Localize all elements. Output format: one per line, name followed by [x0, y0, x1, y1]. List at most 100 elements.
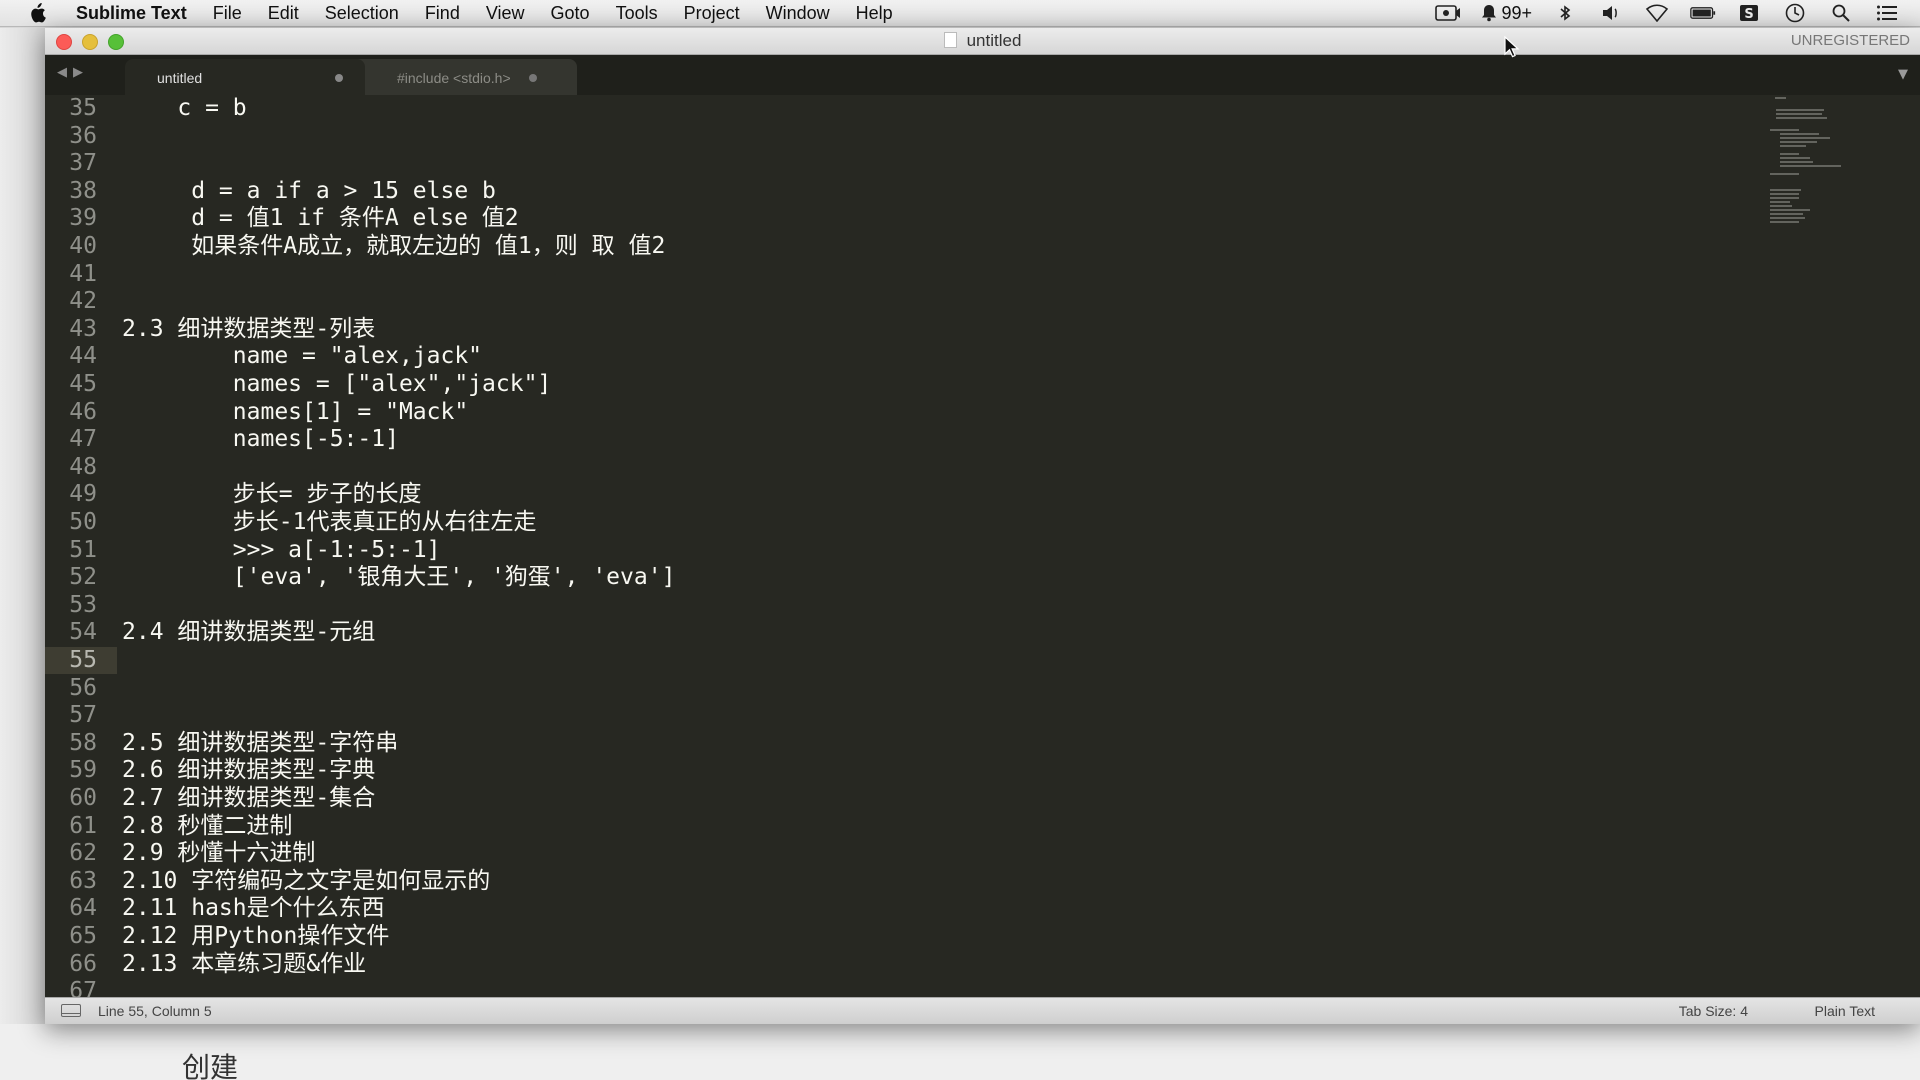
code-line[interactable]: 35 c = b — [45, 95, 1920, 122]
line-text: names[1] = "Mack" — [122, 398, 469, 425]
line-text: 2.7 细讲数据类型-集合 — [122, 785, 376, 811]
line-number: 57 — [69, 702, 97, 729]
menu-find[interactable]: Find — [412, 3, 473, 24]
code-line[interactable]: 46 names[1] = "Mack" — [45, 399, 1920, 426]
notification-bell-icon[interactable]: 99+ — [1481, 2, 1532, 23]
sublime-window: untitled UNREGISTERED ◀ ▶ #include <stdi… — [45, 28, 1920, 1024]
screen-record-icon[interactable] — [1435, 4, 1461, 22]
menu-window[interactable]: Window — [753, 3, 843, 24]
tab-forward-arrow-icon[interactable]: ▶ — [73, 65, 83, 80]
code-line[interactable]: 55 — [45, 647, 1920, 674]
menu-file[interactable]: File — [200, 3, 255, 24]
minimap-line — [1770, 129, 1799, 131]
code-line[interactable]: 42 — [45, 288, 1920, 315]
line-number: 55 — [69, 647, 97, 673]
line-text: 2.13 本章练习题&作业 — [122, 950, 367, 977]
code-line[interactable]: 66 2.13 本章练习题&作业 — [45, 951, 1920, 978]
code-line[interactable]: 65 2.12 用Python操作文件 — [45, 923, 1920, 950]
tab-list-dropdown-icon[interactable]: ▼ — [1898, 67, 1908, 82]
window-title: untitled — [45, 28, 1920, 54]
code-line[interactable]: 38 d = a if a > 15 else b — [45, 178, 1920, 205]
code-line[interactable]: 40 如果条件A成立，就取左边的 值1，则 取 值2 — [45, 233, 1920, 260]
minimap-line — [1779, 141, 1817, 143]
bluetooth-icon[interactable] — [1552, 4, 1578, 22]
minimap-line — [1770, 209, 1810, 211]
tab-modified-dot-icon[interactable] — [335, 74, 343, 82]
code-line[interactable]: 63 2.10 字符编码之文字是如何显示的 — [45, 868, 1920, 895]
minimap-line — [1779, 161, 1813, 163]
code-line[interactable]: 50 步长-1代表真正的从右往左走 — [45, 509, 1920, 536]
code-line[interactable]: 45 names = ["alex","jack"] — [45, 371, 1920, 398]
code-line[interactable]: 41 — [45, 261, 1920, 288]
line-text: 2.4 细讲数据类型-元组 — [122, 619, 376, 646]
code-line[interactable]: 36 — [45, 123, 1920, 150]
background-document — [0, 1024, 1920, 1080]
code-line[interactable]: 43 2.3 细讲数据类型-列表 — [45, 316, 1920, 343]
minimap-line — [1770, 217, 1806, 219]
minimap[interactable] — [1770, 97, 1880, 257]
line-text: names = ["alex","jack"] — [122, 371, 552, 397]
menu-edit[interactable]: Edit — [255, 3, 312, 24]
code-line[interactable]: 44 name = "alex,jack" — [45, 343, 1920, 370]
code-line[interactable]: 67 — [45, 978, 1920, 998]
code-line[interactable]: 60 2.7 细讲数据类型-集合 — [45, 785, 1920, 812]
menu-goto[interactable]: Goto — [538, 3, 603, 24]
code-line[interactable]: 59 2.6 细讲数据类型-字典 — [45, 757, 1920, 784]
cursor-position[interactable]: Line 55, Column 5 — [98, 1003, 212, 1019]
code-line[interactable]: 61 2.8 秒懂二进制 — [45, 813, 1920, 840]
menu-view[interactable]: View — [473, 3, 538, 24]
line-number: 36 — [69, 122, 97, 149]
code-line[interactable]: 47 names[-5:-1] — [45, 426, 1920, 453]
app-menu-sublime-text[interactable]: Sublime Text — [70, 3, 200, 24]
code-editor[interactable]: 35 c = b 36 37 38 d = a if a > 15 else b 39 … — [45, 95, 1920, 998]
code-line[interactable]: 37 — [45, 150, 1920, 177]
code-line[interactable]: 52 ['eva', '银角大王', '狗蛋', 'eva'] — [45, 564, 1920, 591]
code-line[interactable]: 53 — [45, 592, 1920, 619]
clock-icon[interactable] — [1782, 3, 1808, 23]
minimap-line — [1774, 97, 1786, 99]
tab-modified-dot-icon[interactable] — [529, 74, 537, 82]
code-line[interactable]: 49 步长= 步子的长度 — [45, 481, 1920, 508]
code-line[interactable]: 54 2.4 细讲数据类型-元组 — [45, 619, 1920, 646]
tab-size-selector[interactable]: Tab Size: 4 — [1679, 1003, 1748, 1019]
line-text: 2.8 秒懂二进制 — [122, 812, 293, 839]
code-line[interactable]: 58 2.5 细讲数据类型-字符串 — [45, 730, 1920, 757]
spotlight-search-icon[interactable] — [1828, 4, 1854, 22]
wifi-icon[interactable] — [1644, 4, 1670, 22]
menu-selection[interactable]: Selection — [312, 3, 412, 24]
battery-icon[interactable] — [1690, 4, 1716, 22]
syntax-selector[interactable]: Plain Text — [1815, 1003, 1875, 1019]
line-text: ['eva', '银角大王', '狗蛋', 'eva'] — [122, 564, 676, 591]
notification-count: 99+ — [1501, 2, 1532, 23]
panel-toggle-icon[interactable] — [61, 1004, 81, 1017]
line-text: 2.9 秒懂十六进制 — [122, 840, 316, 867]
tab-back-arrow-icon[interactable]: ◀ — [57, 65, 67, 80]
line-number: 44 — [69, 343, 97, 370]
minimap-line — [1770, 197, 1799, 199]
code-line[interactable]: 64 2.11 hash是个什么东西 — [45, 895, 1920, 922]
line-text: names[-5:-1] — [122, 426, 399, 453]
code-line[interactable]: 62 2.9 秒懂十六进制 — [45, 840, 1920, 867]
menu-project[interactable]: Project — [671, 3, 753, 24]
notification-center-icon[interactable] — [1874, 4, 1900, 22]
line-number: 48 — [69, 453, 97, 480]
minimap-line — [1770, 213, 1803, 215]
code-line[interactable]: 39 d = 值1 if 条件A else 值2 — [45, 205, 1920, 232]
title-bar[interactable]: untitled UNREGISTERED — [45, 28, 1920, 55]
s-app-icon[interactable]: S — [1736, 4, 1762, 22]
line-number: 65 — [69, 923, 97, 949]
code-line[interactable]: 56 — [45, 675, 1920, 702]
line-text: 步长= 步子的长度 — [122, 481, 422, 508]
tab-untitled[interactable]: untitled — [125, 59, 365, 95]
tab-include-stdio[interactable]: #include <stdio.h> — [337, 59, 577, 95]
menu-help[interactable]: Help — [843, 3, 906, 24]
code-line[interactable]: 51 >>> a[-1:-5:-1] — [45, 537, 1920, 564]
menu-tools[interactable]: Tools — [603, 3, 671, 24]
apple-menu-icon[interactable] — [26, 2, 48, 24]
status-bar: Line 55, Column 5 Tab Size: 4 Plain Text — [45, 997, 1920, 1024]
volume-icon[interactable] — [1598, 4, 1624, 22]
code-line[interactable]: 48 — [45, 454, 1920, 481]
line-text: 2.3 细讲数据类型-列表 — [122, 315, 376, 342]
line-number: 60 — [69, 785, 97, 811]
code-line[interactable]: 57 — [45, 702, 1920, 729]
